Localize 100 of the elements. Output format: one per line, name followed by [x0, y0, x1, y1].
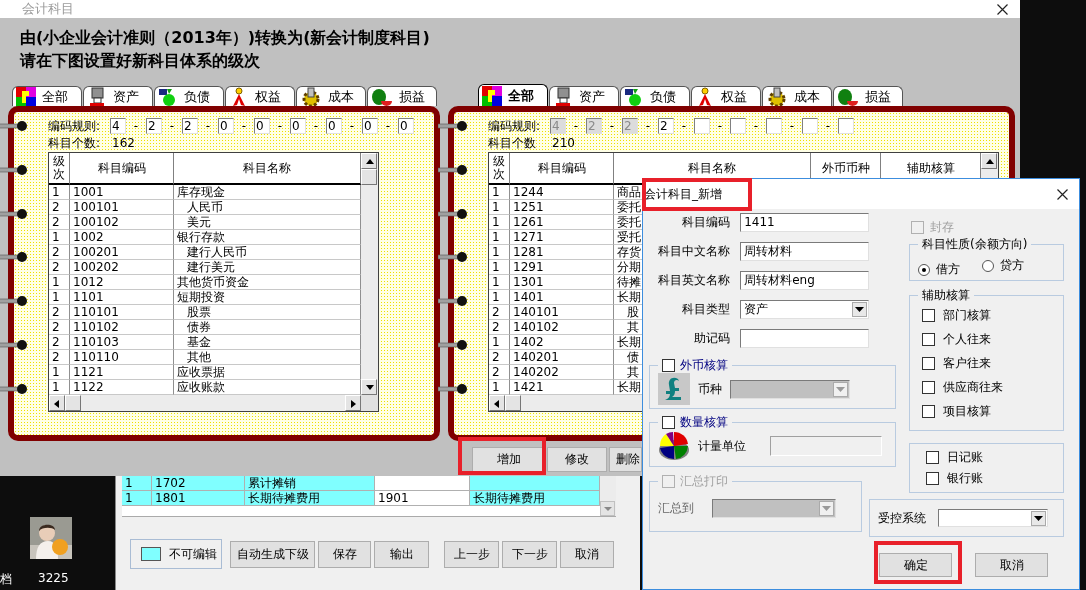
checkbox-label: 数量核算 — [680, 414, 728, 431]
checkbox-label: 客户往来 — [943, 355, 991, 372]
tab[interactable]: 资产 — [83, 86, 153, 106]
separator-text: - — [680, 119, 688, 133]
separator-text: - — [168, 119, 176, 133]
caret-icon — [822, 506, 831, 511]
code-level-field[interactable] — [766, 118, 782, 134]
code-level-field[interactable]: 0 — [398, 118, 414, 134]
code-level-field[interactable]: 2 — [182, 118, 198, 134]
scroll-up-button[interactable] — [361, 153, 377, 169]
close-icon[interactable] — [997, 3, 1008, 15]
checkbox[interactable] — [922, 381, 935, 394]
scroll-thumb[interactable] — [505, 395, 521, 411]
action-button[interactable]: 下一步 — [502, 540, 557, 568]
tab[interactable]: 权益 — [225, 86, 295, 106]
scroll-right-button[interactable] — [345, 395, 361, 411]
text-field[interactable] — [770, 436, 882, 456]
action-button[interactable]: 自动生成下级 — [230, 540, 315, 568]
scroll-thumb[interactable] — [361, 169, 377, 185]
field-label: 科目英文名称 — [657, 272, 731, 289]
action-button[interactable]: 输出 — [374, 540, 429, 568]
code-level-field[interactable] — [694, 118, 710, 134]
checkbox[interactable] — [922, 357, 935, 370]
radio-button[interactable] — [982, 259, 994, 272]
heading-text: 请在下图设置好新科目体系的级次 — [20, 50, 261, 72]
checkbox[interactable] — [662, 416, 675, 429]
action-button[interactable]: 上一步 — [444, 540, 499, 568]
text-field[interactable]: 周转材料eng — [740, 271, 869, 290]
text-field[interactable]: 周转材料 — [740, 242, 869, 261]
code-level-field[interactable] — [802, 118, 818, 134]
desktop-icon-label[interactable]: 3225 — [38, 571, 69, 588]
scroll-up-button[interactable] — [981, 153, 997, 169]
tab[interactable]: 成本 — [296, 86, 366, 106]
dropdown[interactable] — [712, 499, 836, 518]
action-button[interactable]: 删除 — [609, 447, 642, 472]
separator-text: - — [608, 119, 616, 133]
tab[interactable]: 资产 — [549, 86, 619, 106]
code-level-field[interactable]: 2 — [146, 118, 162, 134]
checkbox[interactable] — [926, 472, 939, 485]
tab[interactable]: 损益 — [367, 86, 437, 106]
table-cell: 1244 — [510, 185, 614, 200]
dialog-button[interactable]: 确定 — [879, 553, 952, 577]
dropdown[interactable]: 资产 — [740, 300, 869, 319]
text-field[interactable] — [740, 329, 869, 348]
table-cell: 110103 — [70, 335, 174, 350]
checkbox[interactable] — [922, 333, 935, 346]
checkbox[interactable] — [926, 451, 939, 464]
dialog-button[interactable]: 取消 — [975, 553, 1048, 577]
action-button[interactable]: 修改 — [547, 447, 607, 472]
table-cell: 1 — [489, 185, 510, 200]
table-cell: 短期投资 — [174, 290, 361, 305]
table-cell: 1291 — [510, 260, 614, 275]
table-cell: 100101 — [70, 200, 174, 215]
tab[interactable]: 负债 — [154, 86, 224, 106]
scroll-left-button[interactable] — [489, 395, 505, 411]
checkbox[interactable] — [922, 309, 935, 322]
radio-button[interactable] — [918, 263, 930, 276]
watermelon-icon — [371, 86, 393, 107]
dropdown[interactable] — [938, 509, 1048, 527]
text-field[interactable]: 1411 — [740, 213, 869, 232]
table-cell: 110110 — [70, 350, 174, 365]
checkbox[interactable] — [662, 359, 675, 372]
code-level-field[interactable]: 0 — [290, 118, 306, 134]
tab[interactable]: 全部 — [12, 86, 82, 106]
field-label: 计量单位 — [698, 437, 746, 455]
close-icon[interactable] — [1057, 188, 1068, 200]
table-cell: 1 — [49, 275, 70, 290]
tab[interactable]: 权益 — [691, 86, 761, 106]
tab[interactable]: 成本 — [762, 86, 832, 106]
binder-ring-icon — [0, 120, 28, 132]
code-level-field[interactable]: 2 — [658, 118, 674, 134]
tab[interactable]: 负债 — [620, 86, 690, 106]
action-button[interactable]: 取消 — [560, 540, 614, 568]
code-level-field[interactable] — [730, 118, 746, 134]
table-cell: 累计摊销 — [245, 476, 375, 491]
table-cell: 1281 — [510, 245, 614, 260]
action-button[interactable]: 保存 — [318, 540, 371, 568]
table-cell: 140201 — [510, 350, 614, 365]
scroll-left-button[interactable] — [49, 395, 65, 411]
desktop-icon-label[interactable]: 档 — [0, 571, 12, 588]
checkbox[interactable] — [922, 405, 935, 418]
table-cell: 1001 — [70, 185, 174, 200]
code-level-field[interactable] — [838, 118, 854, 134]
scroll-thumb[interactable] — [65, 395, 81, 411]
table-cell: 1012 — [70, 275, 174, 290]
checkbox-label: 部门核算 — [943, 307, 991, 324]
code-level-field[interactable]: 0 — [362, 118, 378, 134]
separator-text: - — [644, 119, 652, 133]
binder-ring-icon — [438, 339, 468, 352]
dropdown[interactable] — [730, 379, 850, 399]
code-level-field[interactable]: 0 — [326, 118, 342, 134]
table-cell: 140102 — [510, 320, 614, 335]
tab[interactable]: 全部 — [478, 84, 548, 106]
code-level-field[interactable]: 4 — [110, 118, 126, 134]
table-cell: 2 — [49, 245, 70, 260]
tab[interactable]: 损益 — [833, 86, 903, 106]
code-level-field[interactable]: 0 — [218, 118, 234, 134]
separator-text: - — [752, 119, 760, 133]
code-level-field[interactable]: 0 — [254, 118, 270, 134]
table-cell: 1 — [49, 185, 70, 200]
